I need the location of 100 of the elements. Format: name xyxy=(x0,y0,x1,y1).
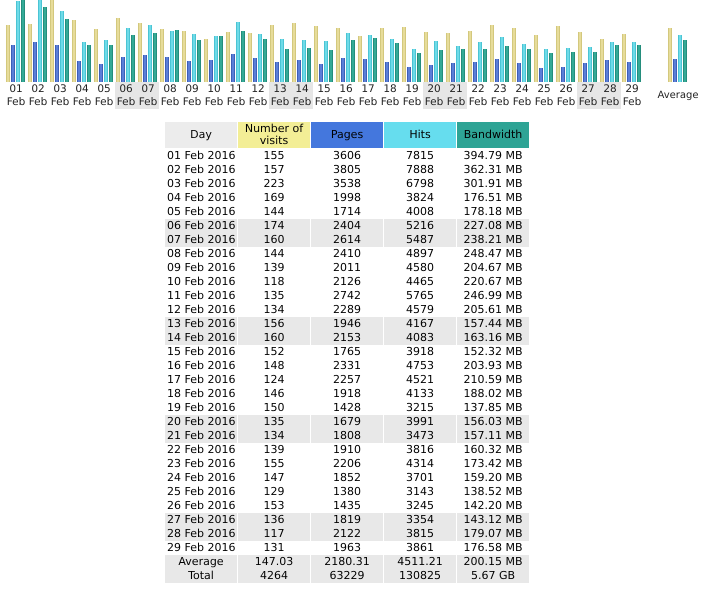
table-cell-text: 25 Feb 2016 xyxy=(166,485,236,499)
visits-bar xyxy=(314,26,318,82)
table-cell-text: 02 Feb 2016 xyxy=(166,163,236,177)
table-cell-text: 142.20 MB xyxy=(462,499,524,513)
table-cell-text: 3805 xyxy=(332,163,362,177)
hits-bar xyxy=(610,42,614,82)
hits-bar xyxy=(522,44,526,82)
table-cell-text: 4521 xyxy=(405,373,435,387)
table-cell-text: 138.52 MB xyxy=(462,485,524,499)
pages-bar xyxy=(319,64,323,82)
table-cell-text: 2742 xyxy=(332,289,362,303)
hits-bar xyxy=(566,48,570,82)
table-cell-text: 155 xyxy=(262,149,286,163)
hits-bar xyxy=(280,38,284,82)
table-cell-text: 134 xyxy=(262,303,286,317)
table-cell: 2404 xyxy=(311,219,383,233)
table-cell-text: 7888 xyxy=(405,163,435,177)
table-cell-text: 3215 xyxy=(405,401,435,415)
table-cell: 3354 xyxy=(384,513,456,527)
hits-bar xyxy=(390,39,394,82)
pages-bar xyxy=(297,60,301,82)
bandwidth-bar xyxy=(65,19,69,82)
bandwidth-bar xyxy=(153,32,157,82)
table-cell-text: 1910 xyxy=(332,443,362,457)
visits-bar xyxy=(578,32,582,82)
table-cell-text: 210.59 MB xyxy=(462,373,524,387)
day-label: 11 Feb xyxy=(226,82,246,109)
table-cell-text: 2011 xyxy=(332,261,362,275)
table-cell: 130825 xyxy=(384,569,456,583)
table-cell-text: 3918 xyxy=(405,345,435,359)
bandwidth-bar xyxy=(131,34,135,82)
day-label: Average xyxy=(656,89,700,102)
hits-bar xyxy=(678,35,682,82)
pages-bar xyxy=(209,60,213,82)
table-cell-text: 1380 xyxy=(332,485,362,499)
visits-bar xyxy=(270,24,274,82)
bandwidth-bar xyxy=(505,46,509,82)
visits-bar xyxy=(402,26,406,82)
bandwidth-bar xyxy=(241,30,245,82)
table-cell: 2122 xyxy=(311,527,383,541)
visits-bar xyxy=(28,24,32,82)
day-label: 21 Feb xyxy=(445,82,467,109)
table-cell-text: 137.85 MB xyxy=(462,401,524,415)
bandwidth-bar xyxy=(197,40,201,82)
pages-bar xyxy=(187,61,191,82)
table-cell-text: 153 xyxy=(262,499,286,513)
table-cell-text: 203.93 MB xyxy=(462,359,524,373)
table-cell-text: 188.02 MB xyxy=(462,387,524,401)
visits-bar xyxy=(380,28,384,82)
table-cell-text: 7815 xyxy=(405,149,435,163)
pages-bar xyxy=(429,64,433,82)
table-cell: 14 Feb 2016 xyxy=(165,331,237,345)
table-cell: 63229 xyxy=(311,569,383,583)
day-label: 19 Feb xyxy=(402,82,422,109)
day-label: 26 Feb xyxy=(556,82,576,109)
table-cell-text: 01 Feb 2016 xyxy=(166,149,236,163)
hits-bar xyxy=(236,22,240,82)
table-cell: 143.12 MB xyxy=(457,513,529,527)
bandwidth-bar xyxy=(571,52,575,82)
pages-bar xyxy=(33,42,37,82)
table-cell: 157.44 MB xyxy=(457,317,529,331)
table-cell-text: 1435 xyxy=(332,499,362,513)
table-cell: 5487 xyxy=(384,233,456,247)
hits-bar xyxy=(632,42,636,82)
table-cell: 1808 xyxy=(311,429,383,443)
visits-bar xyxy=(292,23,296,82)
visits-bar xyxy=(138,23,142,82)
table-cell-text: 2331 xyxy=(332,359,362,373)
table-cell: 1819 xyxy=(311,513,383,527)
column-header: Day xyxy=(165,122,237,149)
bandwidth-bar xyxy=(461,49,465,82)
pages-bar xyxy=(627,62,631,82)
table-cell-text: 1998 xyxy=(332,191,362,205)
table-cell: 2153 xyxy=(311,331,383,345)
bandwidth-bar xyxy=(373,38,377,82)
table-cell-text: 4897 xyxy=(405,247,435,261)
hits-bar xyxy=(258,34,262,82)
bandwidth-bar xyxy=(329,50,333,82)
table-cell-text: 12 Feb 2016 xyxy=(166,303,236,317)
table-cell-text: 24 Feb 2016 xyxy=(166,471,236,485)
pages-bar xyxy=(517,62,521,82)
table-cell: 2614 xyxy=(311,233,383,247)
pages-bar xyxy=(77,61,81,82)
hits-bar xyxy=(412,48,416,82)
table-cell-text: 09 Feb 2016 xyxy=(166,261,236,275)
bandwidth-bar xyxy=(109,45,113,82)
column-header: Pages xyxy=(311,122,383,149)
table-cell-text: 155 xyxy=(262,457,286,471)
hits-bar xyxy=(434,40,438,82)
table-cell-text: 205.61 MB xyxy=(462,303,524,317)
visits-bar xyxy=(248,32,252,82)
day-label: 03 Feb xyxy=(50,82,70,109)
pages-bar xyxy=(11,44,15,82)
table-cell-text: 3245 xyxy=(405,499,435,513)
table-cell: 2180.31 xyxy=(311,555,383,569)
table-cell-text: 3861 xyxy=(405,541,435,555)
hits-bar xyxy=(82,42,86,82)
table-cell: 174 xyxy=(238,219,310,233)
table-cell: 3473 xyxy=(384,429,456,443)
bandwidth-bar xyxy=(549,53,553,82)
